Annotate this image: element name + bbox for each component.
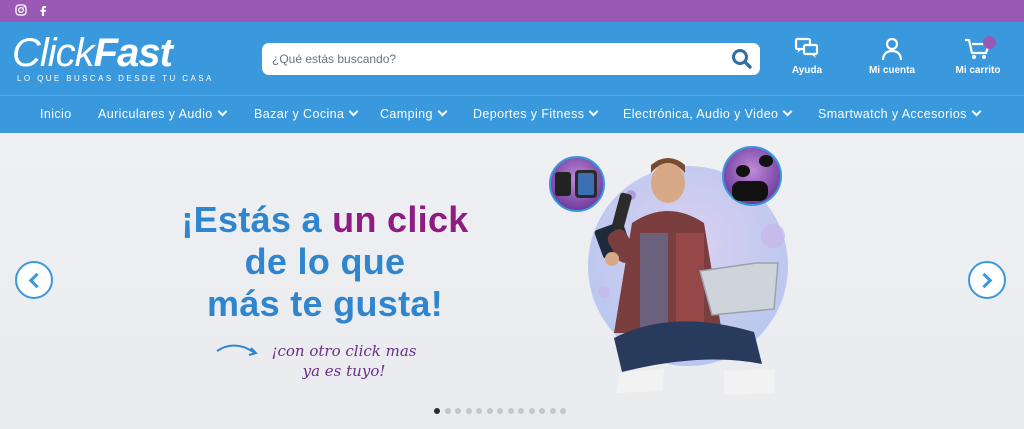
slider-dot[interactable] xyxy=(549,408,556,414)
chevron-down-icon xyxy=(437,106,448,117)
slider-next-button[interactable] xyxy=(968,261,1006,299)
cart-label: Mi carrito xyxy=(955,65,1001,76)
slider-dot[interactable] xyxy=(560,408,566,414)
cart-link[interactable]: Mi carrito xyxy=(938,36,1018,83)
chat-icon xyxy=(794,37,819,58)
nav-item-deportes[interactable]: Deportes y Fitness xyxy=(473,106,599,121)
chevron-down-icon xyxy=(217,106,228,117)
slider-dot[interactable] xyxy=(539,408,545,414)
slider-dot[interactable] xyxy=(476,408,482,414)
hero-tagline: ¡con otro click mas ya es tuyo! xyxy=(254,341,434,381)
account-link[interactable]: Mi cuenta xyxy=(852,37,932,83)
brand-logo[interactable]: ClickFast LO QUE BUSCAS DESDE TU CASA xyxy=(12,30,232,90)
nav-item-camping[interactable]: Camping xyxy=(380,106,448,121)
slider-dot[interactable] xyxy=(434,408,440,414)
slider-dot[interactable] xyxy=(465,408,472,414)
earbuds-badge xyxy=(722,146,782,206)
help-link[interactable]: Ayuda xyxy=(767,37,847,83)
facebook-icon[interactable] xyxy=(36,4,50,18)
chevron-right-icon xyxy=(976,272,993,289)
chevron-down-icon xyxy=(782,106,793,117)
search-bar xyxy=(262,43,760,75)
slider-dot[interactable] xyxy=(528,408,535,414)
slider-dot[interactable] xyxy=(486,408,493,414)
headline-part-3: de lo que xyxy=(244,241,406,282)
tagline-line-2: ya es tuyo! xyxy=(302,362,386,380)
nav-item-inicio[interactable]: Inicio xyxy=(40,107,72,121)
headline-part-1: ¡Estás a xyxy=(181,199,322,240)
slider-dot[interactable] xyxy=(444,408,451,414)
nav-item-electronica[interactable]: Electrónica, Audio y Video xyxy=(623,106,793,121)
chevron-down-icon xyxy=(348,106,359,117)
smartwatch-badge xyxy=(549,156,605,212)
account-label: Mi cuenta xyxy=(868,65,916,76)
user-icon xyxy=(881,37,903,61)
social-bar xyxy=(0,0,1024,22)
slider-dot[interactable] xyxy=(518,408,524,414)
instagram-icon[interactable] xyxy=(14,4,28,18)
chevron-left-icon xyxy=(28,272,45,289)
slider-dot[interactable] xyxy=(507,408,514,414)
nav-item-auriculares[interactable]: Auriculares y Audio xyxy=(98,106,228,121)
brand-tagline: LO QUE BUSCAS DESDE TU CASA xyxy=(17,74,214,83)
nav-item-bazar[interactable]: Bazar y Cocina xyxy=(254,106,359,121)
slider-pagination xyxy=(434,401,571,414)
decor-bubble xyxy=(761,224,785,248)
nav-item-smartwatch[interactable]: Smartwatch y Accesorios xyxy=(818,106,982,121)
tagline-line-1: ¡con otro click mas xyxy=(271,342,417,360)
help-label: Ayuda xyxy=(791,65,823,76)
headline-part-4: más te gusta! xyxy=(207,283,443,324)
hero-slider: ¡Estás a un click de lo que más te gusta… xyxy=(0,133,1024,429)
hero-illustration xyxy=(549,146,788,395)
cart-count-badge xyxy=(983,36,996,49)
slider-prev-button[interactable] xyxy=(15,261,53,299)
headline-part-2: un click xyxy=(332,199,469,240)
slider-dot[interactable] xyxy=(455,408,461,414)
search-button[interactable] xyxy=(730,48,754,70)
search-input[interactable] xyxy=(272,49,712,69)
main-nav: Inicio Auriculares y Audio Bazar y Cocin… xyxy=(0,95,1024,133)
search-icon xyxy=(732,49,752,69)
slider-dot[interactable] xyxy=(497,408,503,414)
brand-name: ClickFast xyxy=(12,31,173,75)
hero-headline: ¡Estás a un click de lo que más te gusta… xyxy=(160,199,490,325)
chevron-down-icon xyxy=(588,106,599,117)
site-header: ClickFast LO QUE BUSCAS DESDE TU CASA Ay… xyxy=(0,22,1024,95)
decor-bubble xyxy=(598,286,610,298)
chevron-down-icon xyxy=(971,106,982,117)
